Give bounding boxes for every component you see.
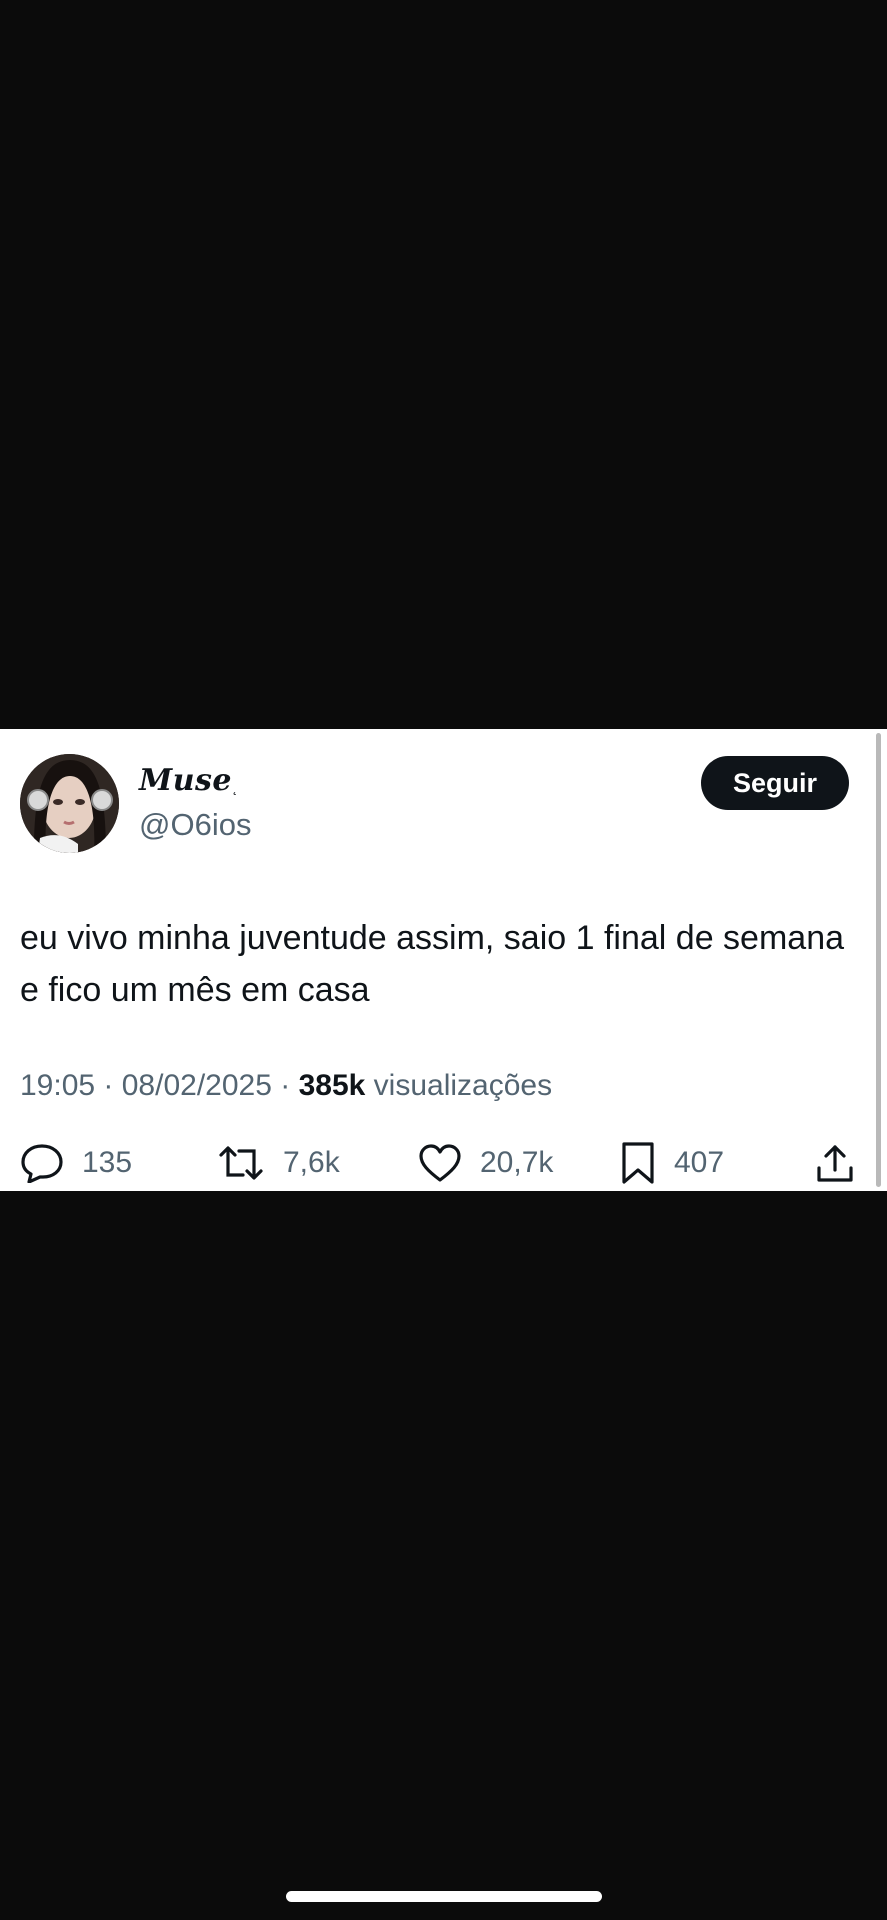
like-count: 20,7k — [480, 1146, 554, 1179]
bottom-dark-area — [0, 1191, 887, 1920]
share-icon — [815, 1143, 855, 1183]
reply-count: 135 — [82, 1146, 133, 1179]
meta-separator: · — [271, 1069, 299, 1102]
share-button[interactable] — [815, 1143, 855, 1183]
meta-separator: · — [95, 1069, 122, 1102]
top-dark-area — [0, 0, 887, 729]
avatar[interactable] — [20, 754, 119, 853]
views-label: visualizações — [373, 1069, 553, 1102]
bookmark-icon — [620, 1141, 656, 1185]
repost-count: 7,6k — [283, 1146, 340, 1179]
tweet-time[interactable]: 19:05 — [20, 1069, 95, 1102]
home-indicator[interactable] — [286, 1891, 602, 1902]
tweet-text: eu vivo minha juventude assim, saio 1 fi… — [20, 919, 845, 1009]
views-count: 385k — [298, 1069, 366, 1102]
reply-button[interactable]: 135 — [20, 1143, 132, 1183]
heart-icon — [418, 1143, 462, 1183]
scrollbar[interactable] — [876, 733, 881, 1187]
repost-icon — [217, 1143, 265, 1183]
follow-button[interactable]: Seguir — [701, 756, 849, 810]
tweet-meta: 19:05 · 08/02/2025 · 385k visualizações — [20, 1069, 552, 1103]
tweet-card: Muse ˛ @O6ios Seguir eu vivo minha juven… — [0, 729, 887, 1191]
bookmark-count: 407 — [674, 1146, 725, 1179]
display-name[interactable]: Muse — [139, 763, 232, 798]
repost-button[interactable]: 7,6k — [217, 1143, 340, 1183]
user-handle[interactable]: @O6ios — [139, 807, 251, 843]
bookmark-button[interactable]: 407 — [620, 1141, 725, 1185]
name-mark: ˛ — [233, 779, 238, 795]
reply-icon — [20, 1143, 64, 1183]
like-button[interactable]: 20,7k — [418, 1143, 553, 1183]
tweet-date[interactable]: 08/02/2025 — [122, 1069, 272, 1102]
